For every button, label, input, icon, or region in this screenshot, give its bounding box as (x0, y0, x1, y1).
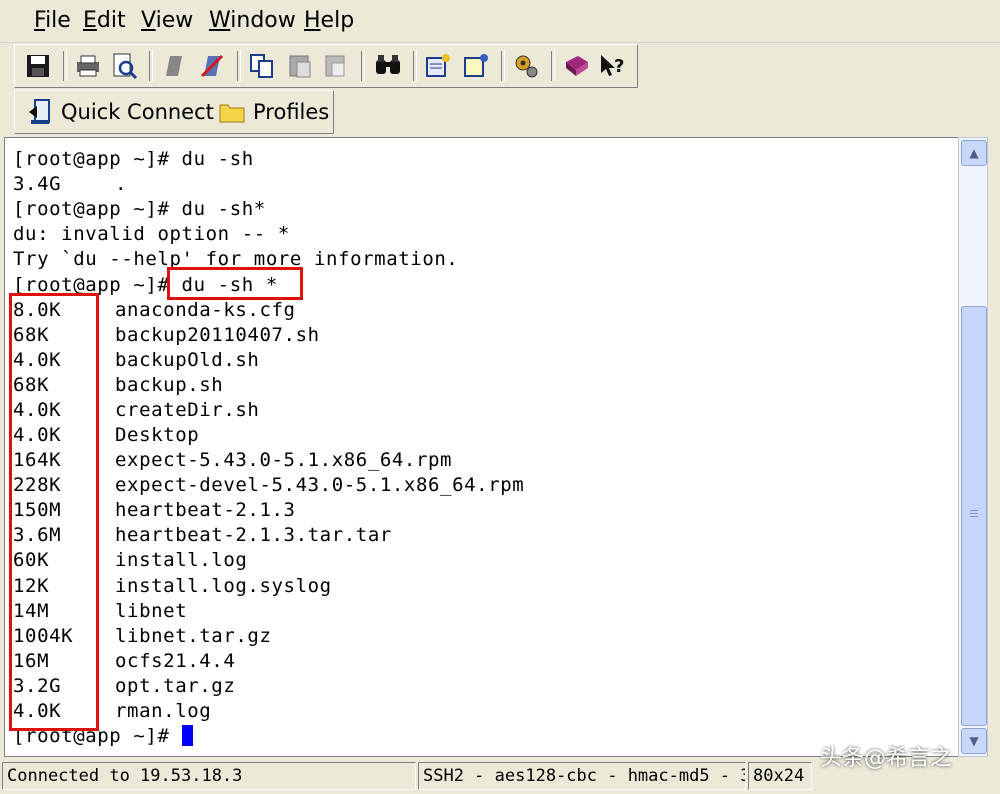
session-options-icon[interactable] (423, 51, 453, 81)
menu-edit[interactable]: Edit (83, 8, 126, 33)
toolbar-separator (149, 51, 153, 81)
save-icon[interactable] (23, 51, 53, 81)
toolbar-separator (413, 51, 417, 81)
toolbar-separator (237, 51, 241, 81)
file-name: install.log.syslog (115, 575, 332, 597)
menu-bar: File Edit View Window Help (0, 0, 1000, 43)
file-name: install.log (115, 549, 248, 571)
terminal-line-text: [root@app ~]# du -sh (13, 148, 254, 170)
folder-icon (219, 101, 245, 123)
copy-icon[interactable] (247, 51, 277, 81)
quick-connect-icon (27, 98, 53, 126)
print-preview-icon[interactable] (109, 51, 139, 81)
size-value: 3.4G (13, 173, 62, 195)
toolbar-separator (63, 51, 67, 81)
file-name: backup.sh (115, 374, 224, 396)
connect-icon[interactable] (159, 51, 189, 81)
file-name: expect-devel-5.43.0-5.1.x86_64.rpm (115, 474, 525, 496)
terminal-line-text: [root@app ~]# du -sh* (13, 198, 266, 220)
toolbar-separator (361, 51, 365, 81)
watermark-text: 头条@希言之 (820, 746, 953, 771)
terminal-line: [root@app ~]# du -sh (13, 148, 254, 170)
terminal-line: [root@app ~]# du -sh* (13, 198, 266, 220)
status-cipher: SSH2 - aes128-cbc - hmac-md5 - 3 (418, 762, 746, 790)
connect-bar: Quick Connect Profiles (14, 90, 334, 134)
arrow-up-icon: ▲ (969, 146, 979, 160)
menu-file[interactable]: File (34, 8, 71, 33)
file-name: expect-5.43.0-5.1.x86_64.rpm (115, 449, 453, 471)
size-column-highlight-box (9, 293, 99, 731)
status-terminal-size: 80x24 (748, 762, 812, 790)
file-name: opt.tar.gz (115, 675, 236, 697)
menu-help-rest: elp (320, 8, 355, 33)
menu-view[interactable]: View (141, 8, 193, 33)
thumb-grip (970, 516, 978, 517)
menu-help[interactable]: Help (304, 8, 354, 33)
command-highlight-box (167, 267, 303, 300)
quick-connect-label: Quick Connect (61, 100, 214, 124)
main-toolbar: ? (14, 44, 638, 88)
keymap-icon[interactable] (561, 51, 591, 81)
help-icon[interactable]: ? (597, 51, 627, 81)
toolbar-separator (551, 51, 555, 81)
print-icon[interactable] (73, 51, 103, 81)
scroll-up-button[interactable]: ▲ (961, 140, 987, 166)
file-name: anaconda-ks.cfg (115, 299, 296, 321)
paste-icon[interactable] (285, 51, 315, 81)
file-name: . (115, 173, 128, 195)
menu-file-mnemonic: F (34, 8, 46, 33)
profiles-button[interactable]: Profiles (219, 97, 329, 127)
status-connection: Connected to 19.53.18.3 (2, 762, 416, 790)
svg-text:?: ? (614, 56, 624, 77)
terminal-line: 3.4G. (13, 173, 126, 195)
menu-help-mnemonic: H (304, 8, 321, 33)
file-name: libnet (115, 600, 188, 622)
find-icon[interactable] (373, 51, 403, 81)
file-name: ocfs21.4.4 (115, 650, 236, 672)
quick-connect-button[interactable]: Quick Connect (27, 97, 214, 127)
arrow-down-icon: ▼ (969, 734, 979, 748)
file-name: Desktop (115, 424, 200, 446)
file-name: heartbeat-2.1.3.tar.tar (115, 524, 392, 546)
disconnect-icon[interactable] (197, 51, 227, 81)
menu-view-rest: iew (155, 8, 194, 33)
thumb-grip (970, 513, 978, 514)
thumb-grip (970, 510, 978, 511)
menu-window-rest: indow (230, 8, 296, 33)
vertical-scrollbar[interactable]: ▲ ▼ (958, 137, 988, 757)
profiles-label: Profiles (253, 100, 330, 124)
file-name: rman.log (115, 700, 212, 722)
toolbar-separator (501, 51, 505, 81)
menu-window[interactable]: Window (209, 8, 296, 33)
menu-edit-rest: dit (96, 8, 126, 33)
scroll-thumb[interactable] (961, 306, 987, 726)
terminal-line: du: invalid option -- * (13, 223, 290, 245)
menu-edit-mnemonic: E (83, 8, 97, 33)
clear-icon[interactable] (321, 51, 351, 81)
file-name: libnet.tar.gz (115, 625, 272, 647)
terminal-screen[interactable]: [root@app ~]# du -sh 3.4G. [root@app ~]#… (4, 137, 960, 757)
file-name: createDir.sh (115, 399, 260, 421)
file-name: backupOld.sh (115, 349, 260, 371)
file-name: backup20110407.sh (115, 324, 320, 346)
scroll-down-button[interactable]: ▼ (961, 728, 987, 754)
settings-icon[interactable] (511, 51, 541, 81)
terminal-cursor (181, 725, 193, 746)
terminal-line-text: du: invalid option -- * (13, 223, 290, 245)
menu-view-mnemonic: V (141, 8, 156, 33)
file-name: heartbeat-2.1.3 (115, 499, 296, 521)
menu-window-mnemonic: W (209, 8, 231, 33)
global-options-icon[interactable] (461, 51, 491, 81)
menu-file-rest: ile (45, 8, 71, 33)
